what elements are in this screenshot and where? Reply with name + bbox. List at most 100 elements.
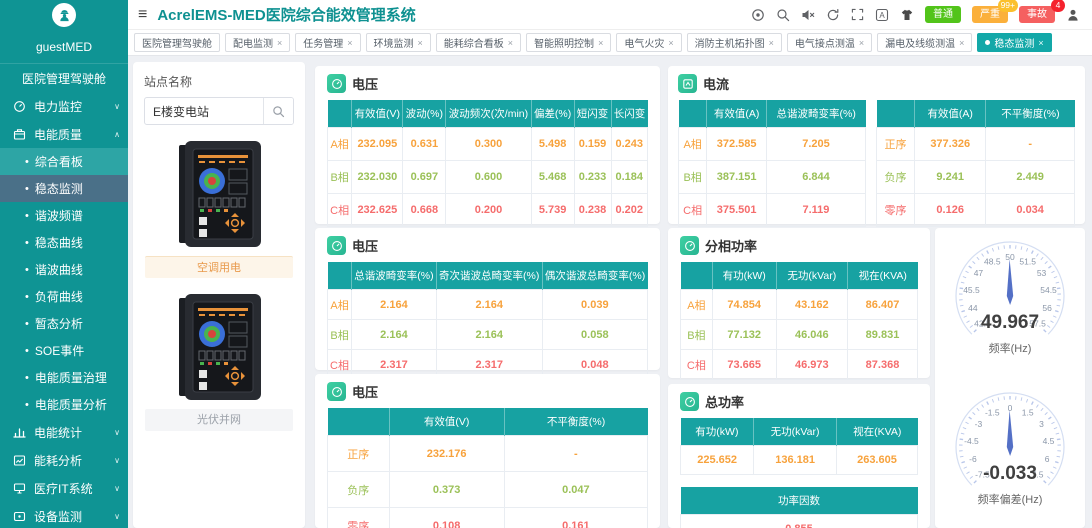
tab-close-icon[interactable]: ×	[418, 38, 423, 48]
table-cell: 0.161	[504, 508, 647, 528]
voltage-sequence-card-icon	[327, 382, 346, 401]
sidebar-subitem-稳态曲线[interactable]: • 稳态曲线	[0, 229, 128, 256]
menu-toggle-icon[interactable]: ≡	[138, 7, 147, 23]
tab-7[interactable]: 电气火灾×	[616, 33, 681, 52]
row-label: 负序	[328, 472, 390, 508]
alarm-badge-normal[interactable]: 普通	[925, 6, 961, 23]
search-icon[interactable]	[776, 8, 790, 22]
row-label: 零序	[877, 194, 915, 227]
tab-2[interactable]: 配电监测×	[225, 33, 290, 52]
alarm-badge-severe[interactable]: 严重99+	[972, 6, 1008, 23]
table-cell: -	[986, 128, 1075, 161]
svg-text:49.967: 49.967	[981, 312, 1039, 333]
bullet-icon: •	[25, 291, 29, 303]
tab-close-icon[interactable]: ×	[277, 38, 282, 48]
column-header: 波动(%)	[403, 100, 446, 128]
tab-1[interactable]: 医院管理驾驶舱	[134, 33, 220, 52]
fullscreen-icon[interactable]	[851, 8, 864, 21]
sidebar-item-医疗IT系统[interactable]: 医疗IT系统∨	[0, 474, 128, 502]
tab-10[interactable]: 漏电及线缆测温×	[877, 33, 972, 52]
sidebar-item-电力监控[interactable]: 电力监控∨	[0, 92, 128, 120]
total-power-panel-title: 总功率	[705, 392, 744, 411]
tab-11[interactable]: 稳态监测 ×	[977, 33, 1051, 52]
tab-close-icon[interactable]: ×	[1038, 38, 1043, 48]
station-search-input[interactable]	[145, 104, 263, 118]
device-image[interactable]	[171, 139, 267, 251]
tab-6[interactable]: 智能照明控制×	[526, 33, 611, 52]
row-label: B相	[328, 161, 352, 194]
sidebar-item-医院管理驾驶舱[interactable]: 医院管理驾驶舱	[0, 64, 128, 92]
sidebar-subitem-label: 综合看板	[35, 153, 83, 170]
sidebar-subitem-稳态监测[interactable]: •稳态监测	[0, 175, 128, 202]
sidebar-item-能耗分析[interactable]: 能耗分析∨	[0, 446, 128, 474]
target-icon[interactable]	[751, 8, 765, 22]
tab-close-icon[interactable]: ×	[859, 38, 864, 48]
tab-close-icon[interactable]: ×	[598, 38, 603, 48]
sidebar-item-电能质量[interactable]: 电能质量∧	[0, 120, 128, 148]
svg-text:44: 44	[968, 303, 978, 313]
table-cell: 225.652	[681, 446, 754, 475]
theme-icon[interactable]	[900, 8, 914, 22]
device-caption[interactable]: 光伏并网	[145, 409, 293, 431]
sidebar-subitem-电能质量分析[interactable]: •电能质量分析	[0, 391, 128, 418]
table-cell: 232.625	[352, 194, 403, 227]
tab-bar: 医院管理驾驶舱配电监测× 任务管理× 环境监测× 能耗综合看板× 智能照明控制× 电气火灾…	[128, 30, 1092, 56]
sidebar-subitem-电能质量治理[interactable]: •电能质量治理	[0, 364, 128, 391]
sidebar-subitem-暂态分析[interactable]: •暂态分析	[0, 310, 128, 337]
svg-text:56: 56	[1042, 303, 1052, 313]
bullet-icon: •	[25, 237, 29, 249]
power-monitor-icon	[13, 100, 26, 113]
tab-close-icon[interactable]: ×	[769, 38, 774, 48]
sidebar-item-label: 电能统计	[34, 424, 82, 441]
column-header: 总谐波畸变率(%)	[352, 262, 437, 290]
chevron-down-icon: ∨	[114, 456, 120, 465]
sidebar-subitem-SOE事件[interactable]: •SOE事件	[0, 337, 128, 364]
user-icon[interactable]	[1066, 8, 1080, 22]
svg-text:3: 3	[1039, 419, 1044, 429]
tab-9[interactable]: 电气接点测温×	[787, 33, 872, 52]
tab-8[interactable]: 消防主机拓扑图×	[687, 33, 782, 52]
current-table-phase: 有效值(A)总谐波畸变率(%)A相372.5857.205B相387.1516.…	[678, 100, 866, 227]
voltage-panel-2: 电压 总谐波畸变率(%)奇次谐波总畸变率(%)偶次谐波总畸变率(%)A相2.16…	[315, 228, 660, 370]
column-header	[328, 408, 390, 436]
phase-power-card-icon	[680, 236, 699, 255]
gauge-panel: 42.54445.54748.55051.55354.55657.549.967…	[935, 228, 1085, 528]
tab-close-icon[interactable]: ×	[508, 38, 513, 48]
tab-4[interactable]: 环境监测×	[366, 33, 431, 52]
bullet-icon: •	[25, 372, 29, 384]
alarm-badge-accident[interactable]: 事故4	[1019, 6, 1055, 23]
sidebar-subitem-负荷曲线[interactable]: •负荷曲线	[0, 283, 128, 310]
mute-icon[interactable]	[801, 8, 815, 22]
sidebar-subitem-谐波频谱[interactable]: •谐波频谱	[0, 202, 128, 229]
table-cell: 0.243	[611, 128, 648, 161]
sidebar-subitem-label: 电能质量分析	[35, 396, 107, 413]
sidebar-item-设备监测[interactable]: 设备监测∨	[0, 502, 128, 528]
refresh-icon[interactable]	[826, 8, 840, 22]
medical-it-icon	[13, 482, 26, 495]
table-cell: 232.030	[352, 161, 403, 194]
tab-3[interactable]: 任务管理×	[295, 33, 360, 52]
tab-close-icon[interactable]: ×	[668, 38, 673, 48]
sidebar-item-电能统计[interactable]: 电能统计∨	[0, 418, 128, 446]
tab-close-icon[interactable]: ×	[959, 38, 964, 48]
table-row: 正序232.176-	[328, 436, 648, 472]
svg-text:4.5: 4.5	[1043, 436, 1055, 446]
table-row: A相372.5857.205	[679, 128, 866, 161]
tab-label: 稳态监测	[994, 35, 1034, 50]
device-caption[interactable]: 空调用电	[145, 256, 293, 278]
device-image[interactable]	[171, 292, 267, 404]
tab-close-icon[interactable]: ×	[347, 38, 352, 48]
font-size-icon[interactable]: A	[875, 8, 889, 22]
tab-5[interactable]: 能耗综合看板×	[436, 33, 521, 52]
row-label: 正序	[328, 436, 390, 472]
table-cell: 0.233	[574, 161, 611, 194]
row-label: B相	[681, 320, 713, 350]
svg-text:-6: -6	[969, 454, 977, 464]
svg-text:51.5: 51.5	[1019, 256, 1036, 266]
svg-text:频率偏差(Hz): 频率偏差(Hz)	[978, 492, 1043, 506]
sidebar-subitem-label: 稳态曲线	[35, 234, 83, 251]
station-search-button[interactable]	[263, 98, 293, 124]
sidebar-subitem-谐波曲线[interactable]: •谐波曲线	[0, 256, 128, 283]
sidebar-subitem-综合看板[interactable]: •综合看板	[0, 148, 128, 175]
voltage-panel-3: 电压 有效值(V)不平衡度(%)正序232.176-负序0.3730.047零序…	[315, 374, 660, 528]
